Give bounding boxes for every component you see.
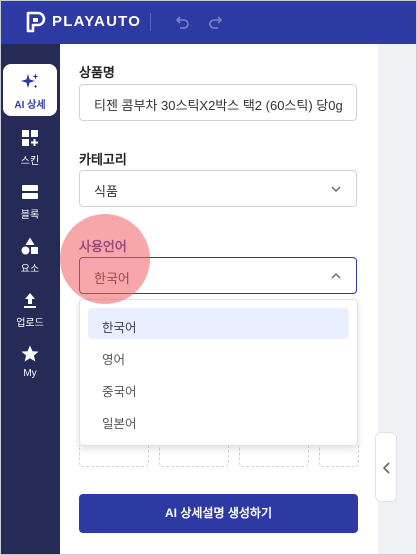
ai-detail-panel: 상품명 티젠 콤부차 30스틱X2박스 택2 (60스틱) 당0g 저칼 카테고… xyxy=(60,44,378,555)
sparkle-icon xyxy=(21,73,39,89)
redo-icon[interactable] xyxy=(206,12,226,32)
sidebar-item-label: 블록 xyxy=(20,210,40,221)
placeholder-slot xyxy=(319,445,359,467)
top-bar: PLAYAUTO xyxy=(0,0,417,44)
undo-icon[interactable] xyxy=(172,12,192,32)
language-dropdown: 한국어 영어 중국어 일본어 xyxy=(79,299,358,446)
sidebar-item-label: My xyxy=(23,368,37,379)
sidebar-item-element[interactable]: 요소 xyxy=(3,228,57,280)
generate-ai-description-button[interactable]: AI 상세설명 생성하기 xyxy=(79,494,358,533)
grid-plus-icon xyxy=(22,130,38,146)
sidebar-item-upload[interactable]: 업로드 xyxy=(3,282,57,334)
product-name-label: 상품명 xyxy=(79,65,115,80)
sidebar-item-label: AI 상세 xyxy=(14,100,46,111)
left-sidebar: AI 상세 스킨 블록 요소 업로드 My xyxy=(0,44,60,555)
sidebar-item-ai-detail[interactable]: AI 상세 xyxy=(3,64,57,116)
sidebar-item-skin[interactable]: 스킨 xyxy=(3,120,57,172)
placeholder-slot xyxy=(159,445,229,467)
language-select[interactable]: 한국어 xyxy=(79,257,357,294)
language-option[interactable]: 한국어 xyxy=(88,308,349,339)
product-name-input[interactable]: 티젠 콤부차 30스틱X2박스 택2 (60스틱) 당0g 저칼 xyxy=(79,84,357,121)
sidebar-item-block[interactable]: 블록 xyxy=(3,174,57,226)
category-value: 식품 xyxy=(94,184,118,199)
product-name-value: 티젠 콤부차 30스틱X2박스 택2 (60스틱) 당0g 저칼 xyxy=(94,98,344,113)
language-option[interactable]: 중국어 xyxy=(88,372,349,403)
upload-icon xyxy=(24,293,36,308)
toolbar-divider xyxy=(150,13,151,31)
sidebar-item-label: 요소 xyxy=(20,264,40,275)
blocks-icon xyxy=(22,185,38,199)
placeholder-slot xyxy=(79,445,149,467)
language-value: 한국어 xyxy=(94,271,130,286)
sidebar-item-label: 업로드 xyxy=(16,318,44,329)
sidebar-item-my[interactable]: My xyxy=(3,336,57,388)
placeholder-slot xyxy=(239,445,309,467)
category-label: 카테고리 xyxy=(79,152,127,167)
brand-name: PLAYAUTO xyxy=(52,13,142,30)
category-select[interactable]: 식품 xyxy=(79,170,357,207)
chevron-up-icon xyxy=(331,273,341,279)
chevron-left-icon xyxy=(382,462,390,474)
chevron-down-icon xyxy=(331,186,341,192)
star-icon xyxy=(21,345,39,362)
language-option[interactable]: 영어 xyxy=(88,340,349,371)
language-option[interactable]: 일본어 xyxy=(88,404,349,435)
shapes-icon xyxy=(21,237,38,255)
sidebar-item-label: 스킨 xyxy=(20,156,40,167)
playauto-logo-icon xyxy=(26,11,46,33)
language-label: 사용언어 xyxy=(79,239,127,254)
collapse-panel-button[interactable] xyxy=(375,432,397,502)
